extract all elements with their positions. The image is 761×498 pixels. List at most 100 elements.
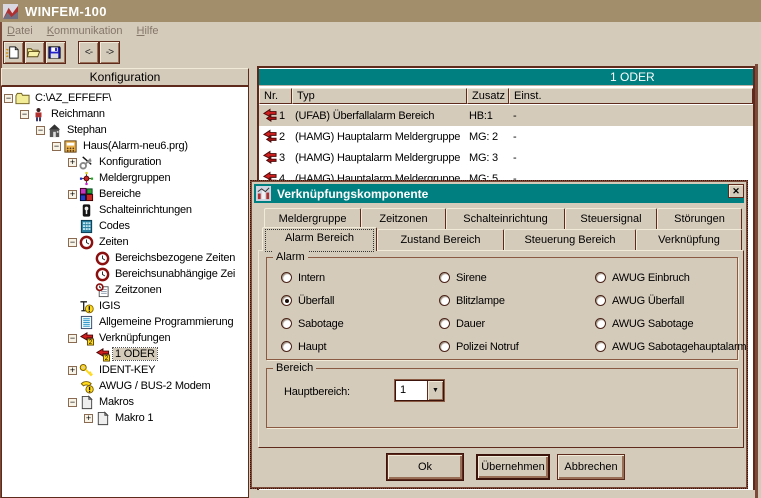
radio-button-icon[interactable] (595, 272, 606, 283)
chevron-down-icon[interactable]: ▼ (427, 381, 443, 400)
tab-zustand-bereich[interactable]: Zustand Bereich (377, 229, 504, 250)
open-file-button[interactable] (24, 41, 45, 64)
radio-haupt[interactable]: Haupt (281, 340, 326, 353)
menu-item-hilfe[interactable]: Hilfe (130, 23, 166, 39)
hauptbereich-combobox[interactable]: 1 ▼ (395, 380, 444, 401)
radio-label: Dauer (456, 318, 485, 330)
tab-steuerung-bereich[interactable]: Steuerung Bereich (504, 229, 636, 250)
column-header-typ[interactable]: Typ (292, 88, 467, 104)
collapse-minus-icon[interactable]: − (68, 398, 77, 407)
tree-item-bereichsbezogene-zeiten[interactable]: Bereichsbezogene Zeiten (84, 250, 237, 266)
tree-item-allgemeine-programmierung[interactable]: Allgemeine Programmierung (68, 314, 235, 330)
tree-item-makro-1[interactable]: +Makro 1 (84, 410, 155, 426)
table-row[interactable]: 1(UFAB) Überfallalarm BereichHB:1- (259, 105, 753, 126)
forward-button[interactable]: -> (99, 41, 120, 64)
tree-item-haus-alarm-neu6-prg-[interactable]: −Haus(Alarm-neu6.prg) (52, 138, 190, 154)
new-file-button[interactable] (3, 41, 24, 64)
radio-awug-sabotagehauptalarm[interactable]: AWUG Sabotagehauptalarm (595, 340, 746, 353)
table-row[interactable]: 3(HAMG) Hauptalarm MeldergruppeMG: 3- (259, 147, 753, 168)
radio-sirene[interactable]: Sirene (439, 271, 487, 284)
table-row[interactable]: 2(HAMG) Hauptalarm MeldergruppeMG: 2- (259, 126, 753, 147)
menu-item-kommunikation[interactable]: Kommunikation (40, 23, 130, 39)
radio-awug-sabotage[interactable]: AWUG Sabotage (595, 317, 693, 330)
uebernehmen-button[interactable]: Übernehmen (476, 454, 550, 480)
app-logo-icon (3, 4, 18, 19)
tree-item-zeiten[interactable]: −Zeiten (68, 234, 130, 250)
tab-alarm-bereich[interactable]: Alarm Bereich (262, 227, 377, 251)
link-list-title: 1 ODER (610, 69, 655, 85)
tree-item-label: Makros (97, 396, 136, 408)
radio-polizei-notruf[interactable]: Polizei Notruf (439, 340, 519, 353)
cell-zusatz: MG: 3 (469, 152, 498, 164)
tree-item-verknüpfungen[interactable]: −2Verknüpfungen (68, 330, 172, 346)
config-panel-header: Konfiguration (1, 68, 249, 86)
window-titlebar[interactable]: WINFEM-100 (0, 0, 761, 22)
radio-button-icon[interactable] (281, 295, 292, 306)
expand-plus-icon[interactable]: + (68, 158, 77, 167)
tab-steuersignal[interactable]: Steuersignal (565, 208, 657, 229)
radio-sabotage[interactable]: Sabotage (281, 317, 344, 330)
collapse-minus-icon[interactable]: − (52, 142, 61, 151)
tree-item-stephan[interactable]: −Stephan (36, 122, 109, 138)
close-icon[interactable]: ✕ (728, 184, 744, 198)
tree-item-meldergruppen[interactable]: Meldergruppen (68, 170, 172, 186)
column-header-zusatz[interactable]: Zusatz (467, 88, 509, 104)
tree-item-1-oder[interactable]: 21 ODER (84, 346, 157, 362)
tab-störungen[interactable]: Störungen (657, 208, 742, 229)
collapse-minus-icon[interactable]: − (4, 94, 13, 103)
abbrechen-button[interactable]: Abbrechen (557, 454, 625, 480)
collapse-minus-icon[interactable]: − (36, 126, 45, 135)
radio-button-icon[interactable] (595, 318, 606, 329)
tree-item-awug-bus-2-modem[interactable]: AWUG / BUS-2 Modem (68, 378, 213, 394)
radio-awug-einbruch[interactable]: AWUG Einbruch (595, 271, 690, 284)
tree-item-c-az-effeff-[interactable]: −C:\AZ_EFFEFF\ (4, 90, 113, 106)
tab-zeitzonen[interactable]: Zeitzonen (361, 208, 446, 229)
page-icon (79, 395, 94, 410)
phone-icon (79, 379, 94, 394)
radio-button-icon[interactable] (439, 295, 450, 306)
radio-button-icon[interactable] (595, 341, 606, 352)
tree-item-label: Konfiguration (97, 156, 163, 168)
radio-überfall[interactable]: Überfall (281, 294, 334, 307)
radio-button-icon[interactable] (439, 272, 450, 283)
tree-item-bereichsunabhängige-zei[interactable]: Bereichsunabhängige Zei (84, 266, 237, 282)
back-button[interactable]: <- (78, 41, 99, 64)
radio-dauer[interactable]: Dauer (439, 317, 485, 330)
tree-item-konfiguration[interactable]: + Konfiguration (68, 154, 163, 170)
column-header-einst[interactable]: Einst. (509, 88, 753, 104)
tree-item-zeitzonen[interactable]: Zeitzonen (84, 282, 164, 298)
collapse-minus-icon[interactable]: − (68, 334, 77, 343)
radio-button-icon[interactable] (281, 318, 292, 329)
dialog-titlebar[interactable]: Verknüpfungskomponente (254, 184, 744, 203)
tree-item-label: Bereichsbezogene Zeiten (113, 252, 237, 264)
tree-item-codes[interactable]: Codes (68, 218, 132, 234)
radio-awug-überfall[interactable]: AWUG Überfall (595, 294, 684, 307)
tree-item-igis[interactable]: IGIS (68, 298, 122, 314)
radio-button-icon[interactable] (281, 272, 292, 283)
expand-plus-icon[interactable]: + (68, 366, 77, 375)
menu-item-datei[interactable]: Datei (0, 23, 40, 39)
collapse-minus-icon[interactable]: − (20, 110, 29, 119)
tree-item-schalteinrichtungen[interactable]: Schalteinrichtungen (68, 202, 194, 218)
open-folder-icon (26, 45, 41, 60)
tree-item-ident-key[interactable]: +IDENT-KEY (68, 362, 157, 378)
tree-item-makros[interactable]: − Makros (68, 394, 136, 410)
radio-button-icon[interactable] (439, 341, 450, 352)
radio-blitzlampe[interactable]: Blitzlampe (439, 294, 505, 307)
ok-button[interactable]: Ok (387, 454, 463, 480)
radio-button-icon[interactable] (595, 295, 606, 306)
tree-item-bereiche[interactable]: +Bereiche (68, 186, 143, 202)
collapse-minus-icon[interactable]: − (68, 238, 77, 247)
tree-item-reichmann[interactable]: −Reichmann (20, 106, 107, 122)
radio-button-icon[interactable] (439, 318, 450, 329)
radio-intern[interactable]: Intern (281, 271, 325, 284)
save-file-button[interactable] (45, 41, 66, 64)
codes-icon (79, 219, 94, 234)
tab-schalteinrichtung[interactable]: Schalteinrichtung (446, 208, 565, 229)
expand-plus-icon[interactable]: + (68, 190, 77, 199)
expand-plus-icon[interactable]: + (84, 414, 93, 423)
tab-meldergruppe[interactable]: Meldergruppe (264, 208, 361, 229)
column-header-nr[interactable]: Nr. (259, 88, 292, 104)
radio-button-icon[interactable] (281, 341, 292, 352)
tab-verknüpfung[interactable]: Verknüpfung (636, 229, 742, 250)
